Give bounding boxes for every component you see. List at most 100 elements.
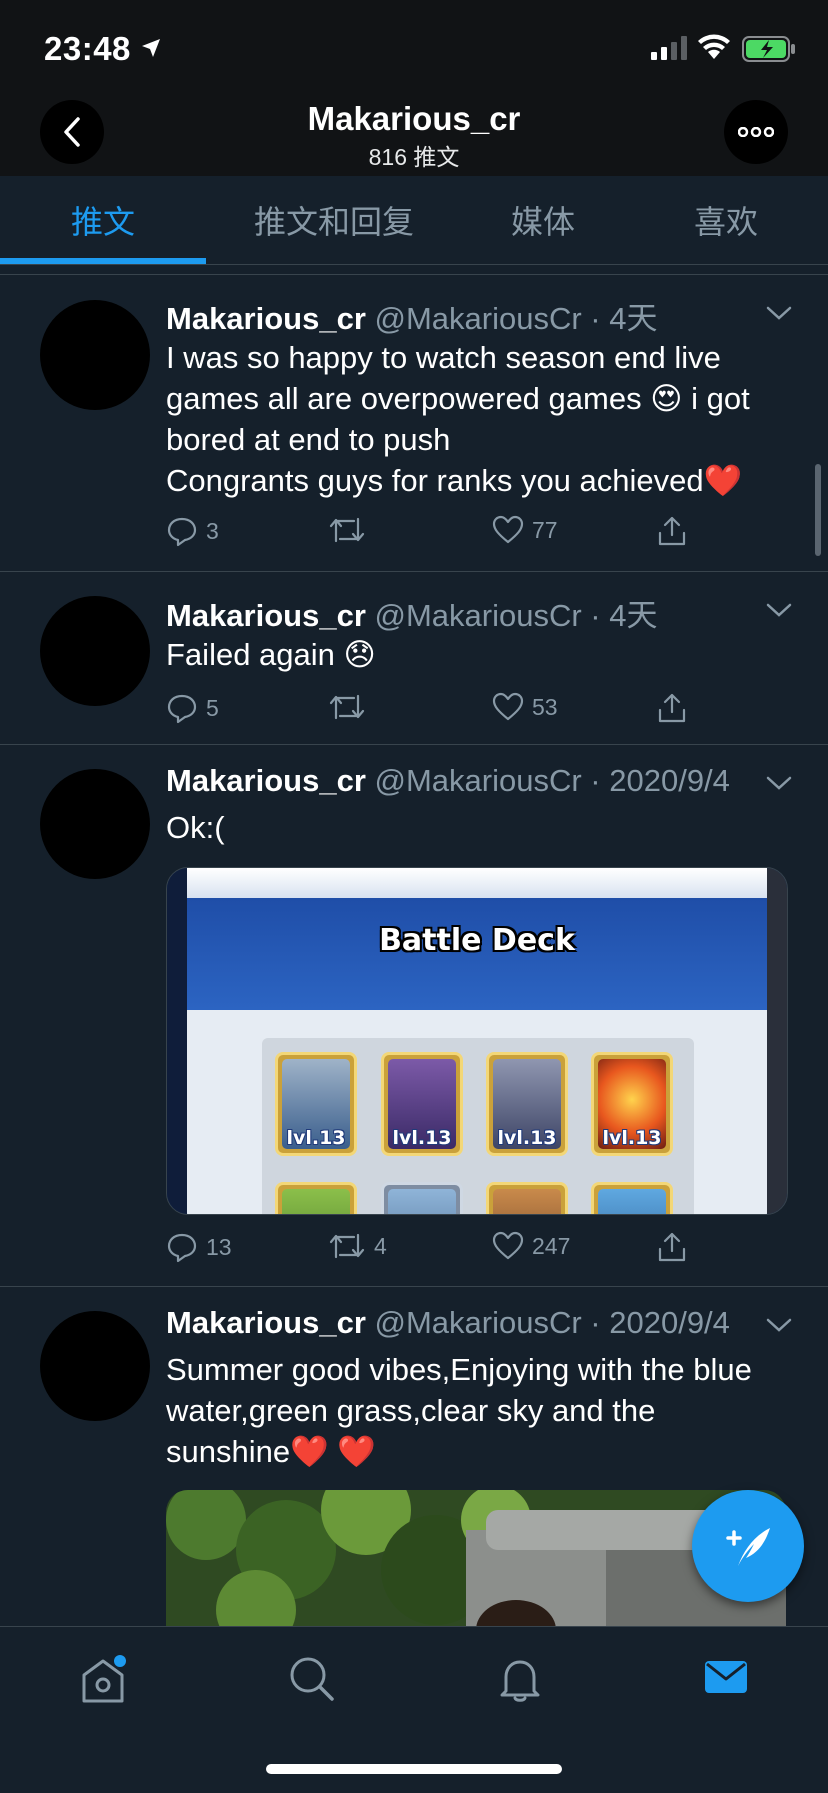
tweet[interactable]: Makarious_cr @MakariousCr · 2020/9/4 Ok:… bbox=[0, 745, 828, 1287]
tweet-handle-time: @MakariousCr · 2020/9/4 bbox=[374, 1305, 730, 1340]
tweet[interactable]: Makarious_cr @MakariousCr · 4天 Failed ag… bbox=[0, 572, 828, 745]
tab-likes[interactable]: 喜欢 bbox=[624, 176, 828, 264]
tweet-text-line: sunshine❤️ ❤️ bbox=[166, 1434, 376, 1469]
tweet-handle-time: @MakariousCr · 4天 bbox=[374, 301, 658, 336]
tweet-text-line: games all are overpowered games 😍 i got bbox=[166, 381, 750, 416]
chevron-down-icon[interactable] bbox=[766, 775, 792, 791]
card-level: lvl.13 bbox=[602, 1127, 662, 1149]
share-icon bbox=[658, 1232, 686, 1262]
retweet-icon bbox=[329, 1233, 365, 1259]
heart-icon bbox=[492, 692, 524, 721]
status-time: 23:48 bbox=[44, 30, 131, 67]
reply-button[interactable]: 13 bbox=[166, 1231, 232, 1263]
card-level: lvl.13 bbox=[497, 1127, 557, 1149]
retweet-button[interactable] bbox=[328, 515, 374, 545]
home-icon bbox=[82, 1655, 126, 1703]
tweet-text: Ok:( bbox=[166, 807, 806, 848]
media-frame-edge bbox=[167, 868, 187, 1214]
tweet-header: Makarious_cr @MakariousCr · 2020/9/4 bbox=[166, 1305, 730, 1341]
active-tab-indicator bbox=[0, 258, 206, 264]
avatar[interactable] bbox=[40, 300, 150, 410]
tab-messages[interactable] bbox=[702, 1655, 750, 1704]
share-button[interactable] bbox=[656, 692, 688, 724]
chevron-down-icon[interactable] bbox=[766, 1317, 792, 1333]
reply-count: 3 bbox=[206, 517, 219, 544]
profile-header: Makarious_cr 816 推文 bbox=[0, 96, 828, 176]
tweet-handle-time: @MakariousCr · 2020/9/4 bbox=[374, 763, 730, 798]
like-button[interactable]: 53 bbox=[492, 692, 558, 722]
like-button[interactable]: 247 bbox=[492, 1231, 570, 1261]
tweet-media-image[interactable]: Battle Deck lvl.13 lvl.13 lvl.13 lvl.13 bbox=[166, 867, 788, 1215]
avatar[interactable] bbox=[40, 1311, 150, 1421]
avatar[interactable] bbox=[40, 769, 150, 879]
tweet-author-name[interactable]: Makarious_cr bbox=[166, 301, 366, 336]
profile-name-title: Makarious_cr bbox=[307, 100, 521, 137]
reply-button[interactable]: 5 bbox=[166, 692, 219, 724]
card-level: lvl.13 bbox=[392, 1127, 452, 1149]
tweet-actions: 13 4 247 bbox=[166, 1231, 726, 1271]
tweet-author-name[interactable]: Makarious_cr bbox=[166, 598, 366, 633]
tweet-author-name[interactable]: Makarious_cr bbox=[166, 763, 366, 798]
like-count: 247 bbox=[532, 1232, 571, 1259]
cellular-signal-icon bbox=[651, 36, 687, 60]
retweet-count: 4 bbox=[374, 1232, 387, 1259]
tweet-text-line: Summer good vibes,Enjoying with the blue bbox=[166, 1352, 752, 1387]
retweet-button[interactable] bbox=[328, 692, 374, 722]
game-card: lvl.13 bbox=[486, 1052, 568, 1156]
game-card: lvl.13 bbox=[591, 1052, 673, 1156]
game-card bbox=[486, 1182, 568, 1214]
media-frame-edge bbox=[767, 868, 787, 1214]
avatar[interactable] bbox=[40, 596, 150, 706]
reply-button[interactable]: 3 bbox=[166, 515, 219, 547]
tweet-header: Makarious_cr @MakariousCr · 4天 bbox=[166, 293, 657, 338]
messages-mail-icon bbox=[705, 1661, 747, 1693]
game-card bbox=[381, 1182, 463, 1214]
status-bar: 23:48 bbox=[0, 0, 828, 96]
tweet-text-line: Ok:( bbox=[166, 810, 225, 845]
reply-icon bbox=[167, 694, 197, 724]
retweet-icon bbox=[329, 517, 365, 543]
tweet-count: 816 推文 bbox=[368, 144, 460, 170]
chevron-down-icon[interactable] bbox=[766, 602, 792, 618]
search-icon bbox=[290, 1657, 334, 1701]
tab-media[interactable]: 媒体 bbox=[462, 176, 624, 264]
like-button[interactable]: 77 bbox=[492, 515, 558, 545]
share-icon bbox=[658, 693, 686, 723]
notifications-bell-icon bbox=[500, 1660, 540, 1702]
tab-tweets[interactable]: 推文 bbox=[0, 176, 206, 264]
share-button[interactable] bbox=[656, 1231, 688, 1263]
game-card: lvl.13 bbox=[275, 1052, 357, 1156]
tab-tweets-and-replies[interactable]: 推文和回复 bbox=[206, 176, 462, 264]
tweet-actions: 3 77 bbox=[166, 515, 726, 555]
retweet-button[interactable]: 4 bbox=[328, 1231, 387, 1261]
reply-count: 5 bbox=[206, 694, 219, 721]
compose-tweet-button[interactable] bbox=[692, 1490, 804, 1602]
game-card: lvl.13 bbox=[381, 1052, 463, 1156]
tweet-text: Failed again 😞 bbox=[166, 634, 806, 675]
retweet-icon bbox=[329, 694, 365, 720]
tweet-author-name[interactable]: Makarious_cr bbox=[166, 1305, 366, 1340]
tab-home[interactable] bbox=[78, 1655, 128, 1712]
more-dots-icon bbox=[738, 127, 774, 137]
location-arrow-icon bbox=[142, 39, 160, 57]
tweet-text-line: Congrants guys for ranks you achieved❤️ bbox=[166, 463, 743, 498]
wifi-icon bbox=[698, 34, 730, 59]
chevron-down-icon[interactable] bbox=[766, 305, 792, 321]
reply-icon bbox=[167, 517, 197, 547]
more-options-button[interactable] bbox=[724, 100, 788, 164]
tweet-text-line: bored at end to push bbox=[166, 422, 451, 457]
tweet-header: Makarious_cr @MakariousCr · 2020/9/4 bbox=[166, 763, 730, 799]
tab-search[interactable] bbox=[288, 1655, 336, 1708]
tweet-header: Makarious_cr @MakariousCr · 4天 bbox=[166, 590, 657, 635]
tab-notifications[interactable] bbox=[496, 1655, 544, 1708]
tweet[interactable]: Makarious_cr @MakariousCr · 4天 I was so … bbox=[0, 275, 828, 572]
tweet-text-line: I was so happy to watch season end live bbox=[166, 340, 721, 375]
heart-icon bbox=[492, 1231, 524, 1260]
tweet-text-line: Failed again 😞 bbox=[166, 637, 376, 672]
share-button[interactable] bbox=[656, 515, 688, 547]
tweet-handle-time: @MakariousCr · 4天 bbox=[374, 598, 658, 633]
tweet-text: Summer good vibes,Enjoying with the blue… bbox=[166, 1349, 806, 1472]
game-card bbox=[591, 1182, 673, 1214]
profile-tabs: 推文 推文和回复 媒体 喜欢 bbox=[0, 176, 828, 265]
home-indicator[interactable] bbox=[266, 1764, 562, 1774]
